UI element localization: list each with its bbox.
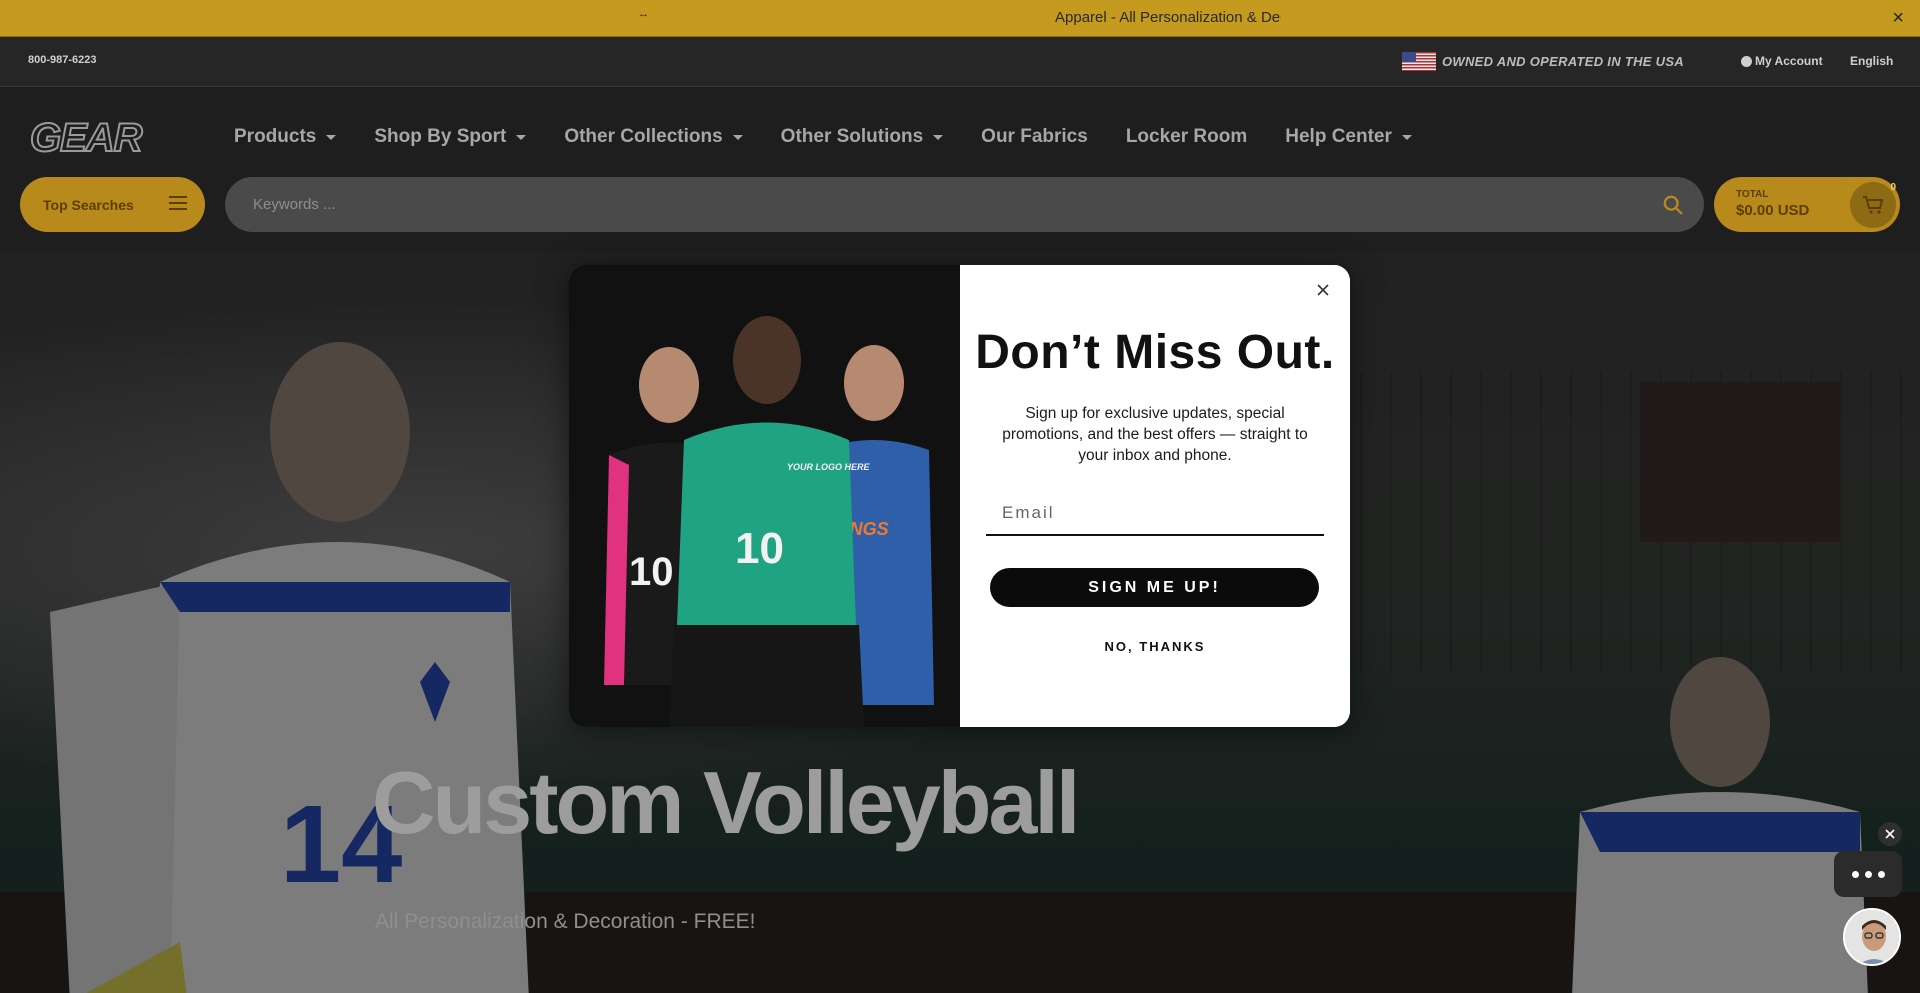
us-flag-icon — [1402, 52, 1436, 71]
art-left-number: 10 — [629, 550, 674, 594]
nav-our-fabrics[interactable]: Our Fabrics — [981, 126, 1088, 148]
close-icon — [1317, 284, 1329, 296]
logo-text: GEAR — [30, 116, 143, 157]
usa-badge: OWNED AND OPERATED IN THE USA — [1402, 52, 1684, 71]
top-searches-button[interactable]: Top Searches — [20, 177, 205, 232]
arrows-icon: ↔ — [638, 8, 649, 20]
modal-athletes-image: 10 STANGS 10 YOUR LOGO HERE — [569, 265, 960, 727]
close-icon — [1885, 829, 1895, 839]
art-center-number: 10 — [735, 524, 784, 573]
close-icon[interactable]: × — [1892, 6, 1904, 30]
my-account-link[interactable]: My Account — [1741, 54, 1823, 68]
typing-dot — [1877, 870, 1885, 878]
modal-body: Don’t Miss Out. Sign up for exclusive up… — [960, 265, 1350, 727]
sign-me-up-button[interactable]: SIGN ME UP! — [990, 568, 1319, 607]
hero-title: Custom Volleyball — [372, 753, 1080, 852]
no-thanks-button[interactable]: NO, THANKS — [960, 639, 1350, 654]
main-header: GEAR Products Shop By Sport Other Collec… — [0, 88, 1920, 252]
nav-locker-room-label: Locker Room — [1125, 126, 1248, 147]
typing-dot — [1851, 870, 1859, 878]
cart-button[interactable]: TOTAL $0.00 USD 0 — [1714, 177, 1900, 232]
user-icon — [1741, 55, 1752, 67]
cart-total-value: $0.00 USD — [1736, 202, 1810, 219]
search-icon[interactable] — [1662, 194, 1684, 216]
art-center-print: YOUR LOGO HERE — [787, 462, 871, 472]
email-field[interactable] — [986, 492, 1324, 536]
caret-down-icon — [933, 134, 944, 140]
hamburger-icon — [169, 196, 187, 210]
gear-logo[interactable]: GEAR — [28, 115, 183, 162]
athletes-illustration: 10 STANGS 10 YOUR LOGO HERE — [569, 265, 960, 727]
newsletter-modal: 10 STANGS 10 YOUR LOGO HERE Don’t Miss O… — [569, 265, 1350, 727]
nav-products[interactable]: Products — [234, 126, 337, 148]
modal-close-button[interactable] — [1310, 277, 1336, 303]
usa-text: OWNED AND OPERATED IN THE USA — [1442, 54, 1684, 69]
cart-icon-wrapper: 0 — [1850, 182, 1896, 228]
nav-our-fabrics-label: Our Fabrics — [981, 126, 1088, 147]
utility-bar: 800-987-6223 OWNED AND OPERATED IN THE U… — [0, 37, 1920, 87]
caret-down-icon — [732, 134, 743, 140]
nav-help-center-label: Help Center — [1285, 126, 1392, 147]
cart-count-badge: 0 — [1890, 182, 1896, 193]
nav-shop-by-sport-label: Shop By Sport — [374, 126, 507, 147]
logo-mark: GEAR — [29, 115, 145, 161]
chat-agent-avatar[interactable] — [1843, 908, 1901, 966]
caret-down-icon — [326, 134, 337, 140]
typing-dot — [1864, 870, 1872, 878]
nav-products-label: Products — [234, 126, 317, 147]
chat-bubble[interactable] — [1834, 851, 1902, 897]
caret-down-icon — [1401, 134, 1412, 140]
nav-help-center[interactable]: Help Center — [1285, 126, 1412, 148]
my-account-label: My Account — [1755, 54, 1823, 68]
hero-subtitle: All Personalization & Decoration - FREE! — [375, 910, 756, 933]
search-bar — [225, 177, 1704, 232]
nav-other-collections[interactable]: Other Collections — [564, 126, 743, 148]
cart-total-label: TOTAL — [1736, 189, 1769, 200]
announcement-bar: ↔ Apparel - All Personalization & Deco × — [0, 0, 1920, 37]
nav-other-solutions-label: Other Solutions — [780, 126, 924, 147]
main-nav: Products Shop By Sport Other Collections… — [234, 126, 1450, 148]
nav-shop-by-sport[interactable]: Shop By Sport — [374, 126, 527, 148]
cart-icon — [1863, 196, 1884, 214]
top-searches-label: Top Searches — [43, 196, 134, 213]
phone-number[interactable]: 800-987-6223 — [28, 54, 97, 66]
language-selector[interactable]: English — [1850, 54, 1893, 68]
announcement-text[interactable]: Apparel - All Personalization & Deco — [1055, 9, 1281, 26]
modal-headline: Don’t Miss Out. — [975, 326, 1335, 379]
nav-other-solutions[interactable]: Other Solutions — [781, 126, 944, 148]
nav-other-collections-label: Other Collections — [564, 126, 723, 147]
search-input[interactable] — [253, 177, 1633, 232]
caret-down-icon — [516, 134, 527, 140]
chat-close-button[interactable] — [1878, 822, 1902, 846]
modal-copy: Sign up for exclusive updates, special p… — [1002, 405, 1308, 464]
nav-locker-room[interactable]: Locker Room — [1126, 126, 1247, 148]
